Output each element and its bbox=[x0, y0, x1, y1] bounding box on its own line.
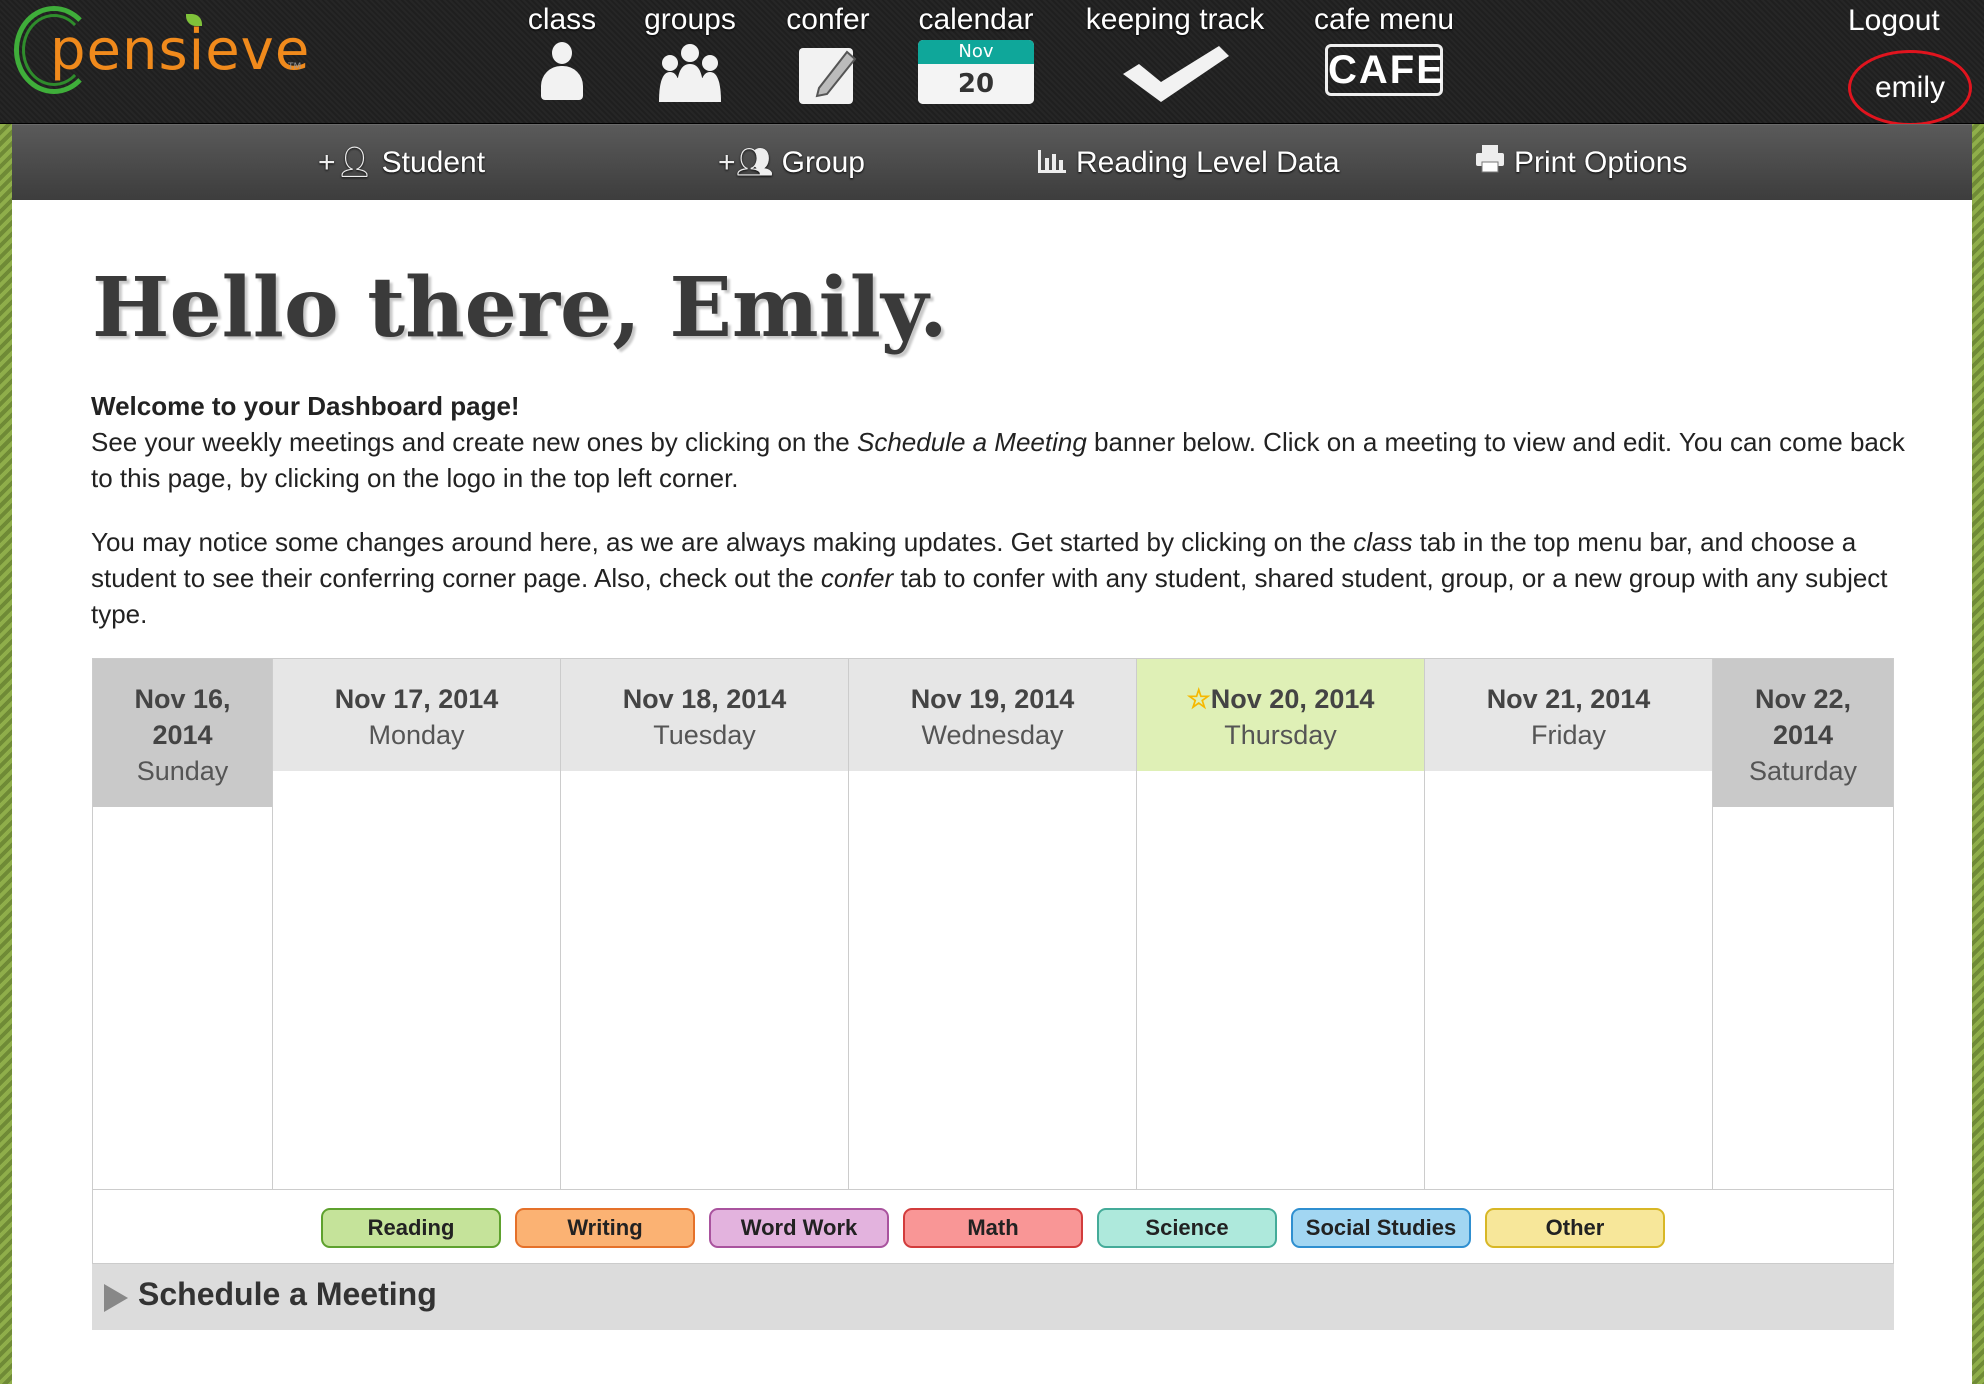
day-header: Nov 19, 2014 Wednesday bbox=[849, 659, 1136, 771]
day-date: ☆Nov 20, 2014 bbox=[1137, 681, 1424, 717]
add-student-button[interactable]: +👤︎ Student bbox=[318, 125, 485, 201]
main-panel: Hello there, Emily. Welcome to your Dash… bbox=[12, 200, 1972, 1384]
schedule-meeting-label: Schedule a Meeting bbox=[138, 1276, 437, 1312]
notepad-pencil-icon bbox=[799, 48, 857, 104]
logo-trademark: TM bbox=[288, 62, 302, 72]
cafe-icon: CAFE bbox=[1325, 44, 1443, 96]
day-header: Nov 18, 2014 Tuesday bbox=[561, 659, 848, 771]
day-name: Saturday bbox=[1748, 756, 1858, 786]
intro-paragraph-1: Welcome to your Dashboard page! See your… bbox=[91, 388, 1911, 496]
add-student-label: Student bbox=[381, 146, 486, 179]
bar-chart-icon bbox=[1038, 150, 1066, 173]
day-header: Nov 22, 2014 Saturday bbox=[1713, 659, 1893, 807]
day-header: Nov 17, 2014 Monday bbox=[273, 659, 560, 771]
schedule-meeting-banner[interactable]: Schedule a Meeting bbox=[92, 1264, 1894, 1330]
nav-confer[interactable]: confer bbox=[772, 0, 884, 110]
reading-level-data-button[interactable]: Reading Level Data bbox=[1036, 125, 1340, 201]
nav-keeping-track-label: keeping track bbox=[1085, 3, 1265, 36]
nav-groups-label: groups bbox=[644, 3, 736, 36]
action-bar: +👤︎ Student +👥︎ Group Reading Level Data P… bbox=[12, 124, 1972, 200]
nav-confer-label: confer bbox=[786, 3, 870, 36]
reading-level-data-label: Reading Level Data bbox=[1076, 146, 1340, 179]
day-name: Sunday bbox=[136, 756, 229, 786]
nav-groups[interactable]: groups bbox=[634, 0, 746, 110]
add-student-icon: +👤︎ bbox=[318, 146, 374, 179]
day-column-wednesday[interactable]: Nov 19, 2014 Wednesday bbox=[849, 659, 1137, 1189]
nav-calendar[interactable]: calendar Nov 20 bbox=[910, 0, 1042, 110]
nav-calendar-label: calendar bbox=[918, 3, 1034, 36]
add-group-icon: +👥︎ bbox=[718, 146, 774, 179]
day-column-friday[interactable]: Nov 21, 2014 Friday bbox=[1425, 659, 1713, 1189]
intro-p2-emphasis-confer: confer bbox=[820, 563, 894, 593]
legend-word-work: Word Work bbox=[709, 1208, 889, 1248]
day-name: Tuesday bbox=[653, 720, 756, 750]
legend-math: Math bbox=[903, 1208, 1083, 1248]
add-group-button[interactable]: +👥︎ Group bbox=[718, 125, 865, 201]
intro-text: Welcome to your Dashboard page! See your… bbox=[91, 388, 1911, 660]
day-name: Wednesday bbox=[921, 720, 1064, 750]
day-date: Nov 17, 2014 bbox=[334, 684, 499, 714]
calendar-icon-day: 20 bbox=[918, 64, 1034, 104]
intro-p2-emphasis-class: class bbox=[1353, 527, 1413, 557]
day-column-tuesday[interactable]: Nov 18, 2014 Tuesday bbox=[561, 659, 849, 1189]
day-column-sunday[interactable]: Nov 16, 2014 Sunday bbox=[93, 659, 273, 1189]
calendar-icon: Nov 20 bbox=[918, 40, 1034, 104]
legend-social-studies: Social Studies bbox=[1291, 1208, 1471, 1248]
day-header: Nov 21, 2014 Friday bbox=[1425, 659, 1712, 771]
printer-icon bbox=[1476, 145, 1504, 173]
group-icon bbox=[659, 44, 721, 102]
day-date: Nov 18, 2014 bbox=[622, 684, 787, 714]
day-name: Friday bbox=[1530, 720, 1606, 750]
student-icon bbox=[537, 42, 587, 102]
today-star-icon: ☆ bbox=[1186, 684, 1211, 714]
day-date: Nov 16, 2014 bbox=[134, 684, 231, 750]
intro-paragraph-2: You may notice some changes around here,… bbox=[91, 524, 1911, 632]
page-title: Hello there, Emily. bbox=[92, 260, 948, 356]
day-header: Nov 16, 2014 Sunday bbox=[93, 659, 272, 807]
subject-legend: Reading Writing Word Work Math Science S… bbox=[92, 1190, 1894, 1264]
nav-class-label: class bbox=[527, 3, 597, 36]
top-nav-bar: pensieve TM class groups confer calendar… bbox=[0, 0, 1984, 126]
nav-cafe-menu-label: cafe menu bbox=[1313, 3, 1455, 36]
day-date: Nov 21, 2014 bbox=[1486, 684, 1651, 714]
today-date-text: Nov 20, 2014 bbox=[1210, 684, 1375, 714]
checkmark-icon bbox=[1123, 46, 1229, 102]
nav-cafe-menu[interactable]: cafe menu CAFE bbox=[1304, 0, 1464, 110]
intro-p1-emphasis: Schedule a Meeting bbox=[856, 427, 1087, 457]
pensieve-logo[interactable]: pensieve TM bbox=[14, 6, 309, 98]
legend-writing: Writing bbox=[515, 1208, 695, 1248]
day-column-monday[interactable]: Nov 17, 2014 Monday bbox=[273, 659, 561, 1189]
welcome-title: Welcome to your Dashboard page! bbox=[91, 391, 520, 421]
day-date: Nov 19, 2014 bbox=[910, 684, 1075, 714]
intro-p2-text-a: You may notice some changes around here,… bbox=[91, 527, 1354, 557]
calendar-icon-month: Nov bbox=[918, 40, 1034, 64]
legend-other: Other bbox=[1485, 1208, 1665, 1248]
day-date: Nov 22, 2014 bbox=[1754, 684, 1852, 750]
logo-text: pensieve bbox=[50, 18, 311, 83]
user-menu[interactable]: emily bbox=[1848, 50, 1972, 126]
add-group-label: Group bbox=[781, 146, 865, 179]
week-calendar: Nov 16, 2014 Sunday Nov 17, 2014 Monday … bbox=[92, 658, 1894, 1190]
legend-science: Science bbox=[1097, 1208, 1277, 1248]
print-options-label: Print Options bbox=[1514, 146, 1688, 179]
day-name: Thursday bbox=[1224, 720, 1337, 750]
expand-triangle-icon bbox=[104, 1284, 128, 1312]
print-options-button[interactable]: Print Options bbox=[1474, 125, 1687, 201]
nav-keeping-track[interactable]: keeping track bbox=[1076, 0, 1274, 110]
day-name: Monday bbox=[368, 720, 465, 750]
day-header: ☆Nov 20, 2014 Thursday bbox=[1137, 659, 1424, 771]
day-column-thursday-today[interactable]: ☆Nov 20, 2014 Thursday bbox=[1137, 659, 1425, 1189]
nav-class[interactable]: class bbox=[510, 0, 614, 110]
day-column-saturday[interactable]: Nov 22, 2014 Saturday bbox=[1713, 659, 1893, 1189]
logout-link[interactable]: Logout bbox=[1848, 4, 1940, 38]
intro-p1-text-a: See your weekly meetings and create new … bbox=[91, 427, 857, 457]
legend-reading: Reading bbox=[321, 1208, 501, 1248]
